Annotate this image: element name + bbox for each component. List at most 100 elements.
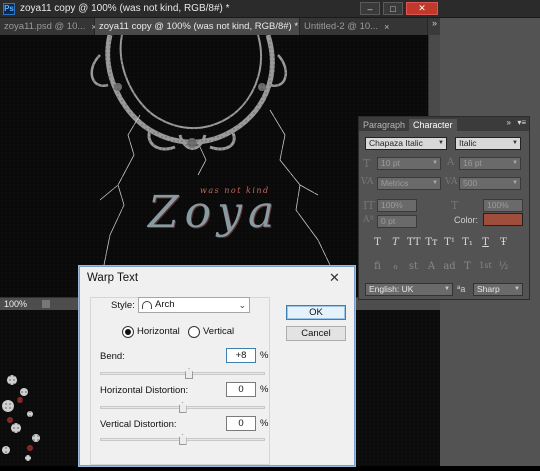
swash-button[interactable]: st	[407, 261, 420, 272]
antialias-icon: ªa	[457, 284, 466, 294]
faux-bold-button[interactable]: T	[371, 237, 384, 248]
ligatures-button[interactable]: fi	[371, 261, 384, 272]
photoshop-app-icon: Ps	[3, 2, 15, 15]
kerning-value: Metrics	[381, 178, 409, 188]
panel-tabs: Paragraph Character » ▾≡	[359, 117, 529, 131]
ornaments-button[interactable]: T	[461, 261, 474, 272]
horizontal-radio[interactable]	[122, 326, 134, 338]
chevron-down-icon: ▼	[512, 160, 518, 166]
vertical-scale-field[interactable]: 100%	[377, 199, 417, 212]
tab-untitled-2[interactable]: Untitled-2 @ 10... ×	[300, 18, 428, 35]
artwork-title: Zoya	[148, 187, 281, 238]
bend-input[interactable]: +8	[226, 348, 256, 363]
language-value: English: UK	[369, 284, 414, 294]
zoom-level[interactable]: 100%	[4, 299, 27, 309]
font-size-field[interactable]: 10 pt ▼	[377, 157, 441, 170]
minimize-button[interactable]: –	[360, 2, 380, 15]
horizontal-distortion-percent-sign: %	[260, 384, 269, 395]
panel-menu-icon[interactable]: ▾≡	[517, 118, 526, 127]
chevron-down-icon: ▼	[432, 180, 438, 186]
baseline-shift-icon: Aª	[363, 215, 374, 225]
vertical-radio[interactable]	[188, 326, 200, 338]
tracking-field[interactable]: 500 ▼	[459, 177, 521, 190]
character-panel: Paragraph Character » ▾≡ Chapaza Italic ▼…	[358, 116, 530, 300]
discretionary-ligatures-button[interactable]: ℴ	[389, 261, 402, 272]
chevron-down-icon: ▼	[432, 160, 438, 166]
superscript-button[interactable]: T¹	[443, 237, 456, 248]
status-menu-icon[interactable]	[42, 300, 50, 308]
chevron-down-icon: ▼	[444, 286, 450, 292]
leading-value: 16 pt	[463, 158, 482, 168]
font-family-select[interactable]: Chapaza Italic ▼	[365, 137, 447, 150]
ok-button[interactable]: OK	[286, 305, 346, 320]
font-style-value: Italic	[459, 138, 477, 148]
warp-text-dialog: Warp Text ✕ Style: Arch ⌄ Horizontal Ver…	[79, 266, 355, 466]
font-family-value: Chapaza Italic	[369, 138, 423, 148]
faux-italic-button[interactable]: T	[389, 237, 402, 248]
tab-zoya11-copy[interactable]: zoya11 copy @ 100% (was not kind, RGB/8#…	[95, 18, 309, 35]
vertical-label: Vertical	[203, 326, 235, 337]
horizontal-distortion-slider[interactable]	[100, 402, 265, 413]
text-color-swatch[interactable]	[483, 213, 523, 226]
style-label: Style:	[111, 300, 135, 311]
horizontal-scale-field[interactable]: 100%	[483, 199, 523, 212]
fractions-button[interactable]: ½	[497, 261, 510, 272]
antialias-value: Sharp	[477, 284, 500, 294]
leading-icon: A	[447, 157, 455, 168]
type-style-buttons: T T TT Tт T¹ T₁ T Ŧ	[371, 237, 510, 248]
dialog-title: Warp Text	[87, 272, 139, 284]
small-caps-button[interactable]: Tт	[425, 237, 438, 248]
color-label: Color:	[454, 215, 479, 225]
bend-slider[interactable]	[100, 368, 265, 379]
warp-style-value: Arch	[155, 299, 175, 310]
warp-style-select[interactable]: Arch ⌄	[138, 297, 250, 313]
opentype-buttons: fi ℴ st A ad T 1st ½	[371, 261, 510, 272]
font-size-icon: T	[363, 157, 371, 170]
antialias-select[interactable]: Sharp ▼	[473, 283, 523, 296]
horizontal-distortion-input[interactable]: 0	[226, 382, 256, 397]
cancel-button[interactable]: Cancel	[286, 326, 346, 341]
titling-alternates-button[interactable]: ad	[443, 261, 456, 272]
bend-label: Bend:	[100, 351, 125, 362]
font-style-select[interactable]: Italic ▼	[455, 137, 521, 150]
tracking-value: 500	[463, 178, 478, 188]
tabs-overflow-icon[interactable]: »	[432, 18, 437, 28]
tab-zoya11-psd[interactable]: zoya11.psd @ 10... ×	[0, 18, 97, 35]
leading-field[interactable]: 16 pt ▼	[459, 157, 521, 170]
subscript-button[interactable]: T₁	[461, 237, 474, 248]
underline-button[interactable]: T	[479, 237, 492, 248]
vertical-distortion-input[interactable]: 0	[226, 416, 256, 431]
collapse-panel-icon[interactable]: »	[507, 118, 511, 127]
window-title: zoya11 copy @ 100% (was not kind, RGB/8#…	[20, 3, 230, 14]
tab-close-icon[interactable]: ×	[384, 22, 389, 32]
close-icon[interactable]: ✕	[329, 270, 340, 286]
window-close-button[interactable]: ✕	[406, 2, 438, 15]
maximize-button[interactable]: □	[383, 2, 403, 15]
stylistic-alternates-button[interactable]: A	[425, 261, 438, 272]
kerning-field[interactable]: Metrics ▼	[377, 177, 441, 190]
kerning-icon: VA	[361, 177, 374, 187]
chevron-down-icon: ▼	[514, 286, 520, 292]
tab-label: zoya11.psd @ 10...	[4, 21, 86, 32]
chevron-down-icon: ▼	[512, 140, 518, 146]
font-size-value: 10 pt	[381, 158, 400, 168]
vertical-distortion-label: Vertical Distortion:	[100, 419, 177, 430]
baseline-shift-field[interactable]: 0 pt	[377, 215, 417, 228]
ordinals-button[interactable]: 1st	[479, 261, 492, 272]
chevron-down-icon: ⌄	[238, 300, 246, 310]
tracking-icon: VA	[445, 177, 458, 187]
vertical-scale-icon: IT	[363, 199, 375, 212]
tab-character[interactable]: Character	[409, 119, 457, 131]
tab-label: Untitled-2 @ 10...	[304, 21, 379, 32]
tab-paragraph[interactable]: Paragraph	[359, 119, 409, 131]
horizontal-scale-icon: T	[451, 199, 459, 212]
vertical-distortion-percent-sign: %	[260, 418, 269, 429]
strikethrough-button[interactable]: Ŧ	[497, 237, 510, 248]
language-select[interactable]: English: UK ▼	[365, 283, 453, 296]
chevron-down-icon: ▼	[512, 180, 518, 186]
chevron-down-icon: ▼	[438, 140, 444, 146]
vertical-distortion-slider[interactable]	[100, 434, 265, 445]
all-caps-button[interactable]: TT	[407, 237, 421, 248]
bend-percent-sign: %	[260, 350, 269, 361]
title-bar: Ps zoya11 copy @ 100% (was not kind, RGB…	[0, 0, 540, 18]
